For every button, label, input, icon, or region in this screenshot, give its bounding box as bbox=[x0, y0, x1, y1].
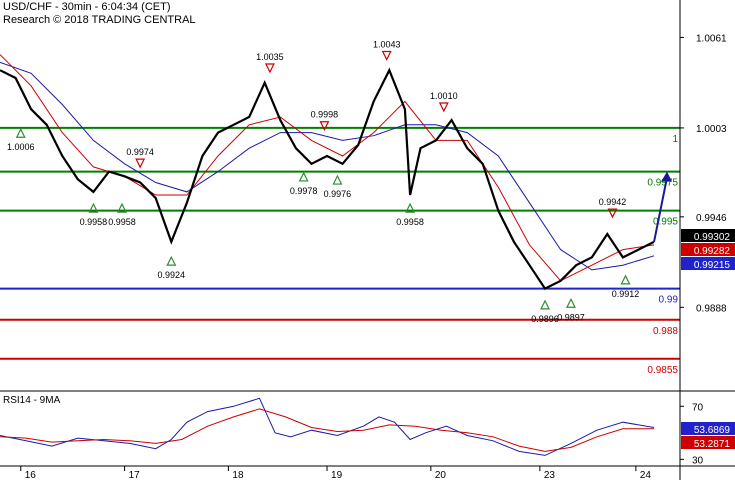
low-label-7: 0.9978 bbox=[290, 186, 318, 196]
low-marker-12 bbox=[540, 299, 551, 310]
level-label-4: 0.988 bbox=[653, 326, 678, 337]
high-label-5: 1.0035 bbox=[256, 52, 284, 62]
low-marker-4 bbox=[166, 255, 177, 266]
low-marker-13 bbox=[566, 297, 576, 308]
high-label-6: 0.9998 bbox=[311, 110, 339, 120]
x-tick-label-6: 24 bbox=[640, 470, 652, 480]
forecast-arrowhead bbox=[661, 171, 673, 182]
x-tick-label-3: 19 bbox=[331, 470, 343, 480]
fast-ma-line bbox=[0, 54, 655, 282]
level-lines: 10.99750.9950.990.9880.9855 bbox=[0, 126, 680, 376]
rsi-box-label-0: 53.6869 bbox=[694, 425, 731, 436]
series-price bbox=[0, 67, 655, 291]
price-box-label-1: 0.99282 bbox=[694, 246, 731, 257]
y-tick-label-1: 1.0003 bbox=[696, 124, 727, 135]
level-label-0: 1 bbox=[672, 134, 678, 145]
price-box-label-0: 0.99302 bbox=[694, 232, 731, 243]
x-tick-label-5: 23 bbox=[544, 470, 556, 480]
series-fast-MA bbox=[0, 54, 655, 282]
y-tick-label-2: 0.9946 bbox=[696, 213, 727, 224]
high-marker-10 bbox=[438, 102, 449, 113]
low-label-4: 0.9924 bbox=[158, 270, 186, 280]
rsi-series-MA bbox=[0, 408, 654, 452]
low-label-0: 1.0006 bbox=[7, 142, 35, 152]
high-label-3: 0.9974 bbox=[126, 147, 154, 157]
high-marker-5 bbox=[264, 63, 275, 74]
high-marker-3 bbox=[135, 158, 146, 169]
low-marker-15 bbox=[620, 274, 631, 285]
low-marker-8 bbox=[332, 174, 343, 185]
low-label-11: 0.9958 bbox=[396, 217, 424, 227]
low-marker-0 bbox=[15, 127, 26, 138]
rsi-box-label-1: 53.2871 bbox=[694, 439, 731, 450]
x-tick-label-2: 18 bbox=[232, 470, 244, 480]
low-label-13: 0.9897 bbox=[557, 312, 585, 322]
series-slow-MA bbox=[0, 61, 655, 271]
low-label-8: 0.9976 bbox=[324, 189, 352, 199]
level-label-3: 0.99 bbox=[659, 295, 679, 306]
low-label-12: 0.9896 bbox=[531, 314, 559, 324]
slow-ma-line bbox=[0, 61, 655, 271]
price-line bbox=[0, 67, 655, 291]
high-marker-9 bbox=[381, 50, 392, 61]
low-label-2: 0.9958 bbox=[108, 217, 136, 227]
high-label-9: 1.0043 bbox=[373, 40, 401, 50]
level-label-5: 0.9855 bbox=[647, 365, 678, 376]
rsi-tick-label-1: 30 bbox=[692, 455, 704, 466]
rsi-tick-label-0: 70 bbox=[692, 402, 704, 413]
y-tick-label-0: 1.0061 bbox=[696, 33, 727, 44]
rsi-panel bbox=[0, 397, 655, 456]
high-label-10: 1.0010 bbox=[430, 91, 458, 101]
x-tick-label-0: 16 bbox=[25, 470, 37, 480]
low-marker-7 bbox=[298, 171, 309, 182]
rsi-series-RSI bbox=[0, 397, 655, 456]
x-tick-label-4: 20 bbox=[435, 470, 447, 480]
y-tick-label-3: 0.9888 bbox=[696, 303, 727, 314]
price-box-label-2: 0.99215 bbox=[694, 260, 731, 271]
x-tick-label-1: 17 bbox=[129, 470, 141, 480]
low-label-15: 0.9912 bbox=[612, 289, 640, 299]
price-chart: 10.99750.9950.990.9880.9855 1.00060.9958… bbox=[0, 0, 735, 480]
high-label-14: 0.9942 bbox=[599, 197, 627, 207]
axes: 1.0061 1.0003 0.9946 0.9888 16 17 18 19 20 23 24 0.… bbox=[0, 0, 735, 480]
low-label-1: 0.9958 bbox=[80, 217, 108, 227]
